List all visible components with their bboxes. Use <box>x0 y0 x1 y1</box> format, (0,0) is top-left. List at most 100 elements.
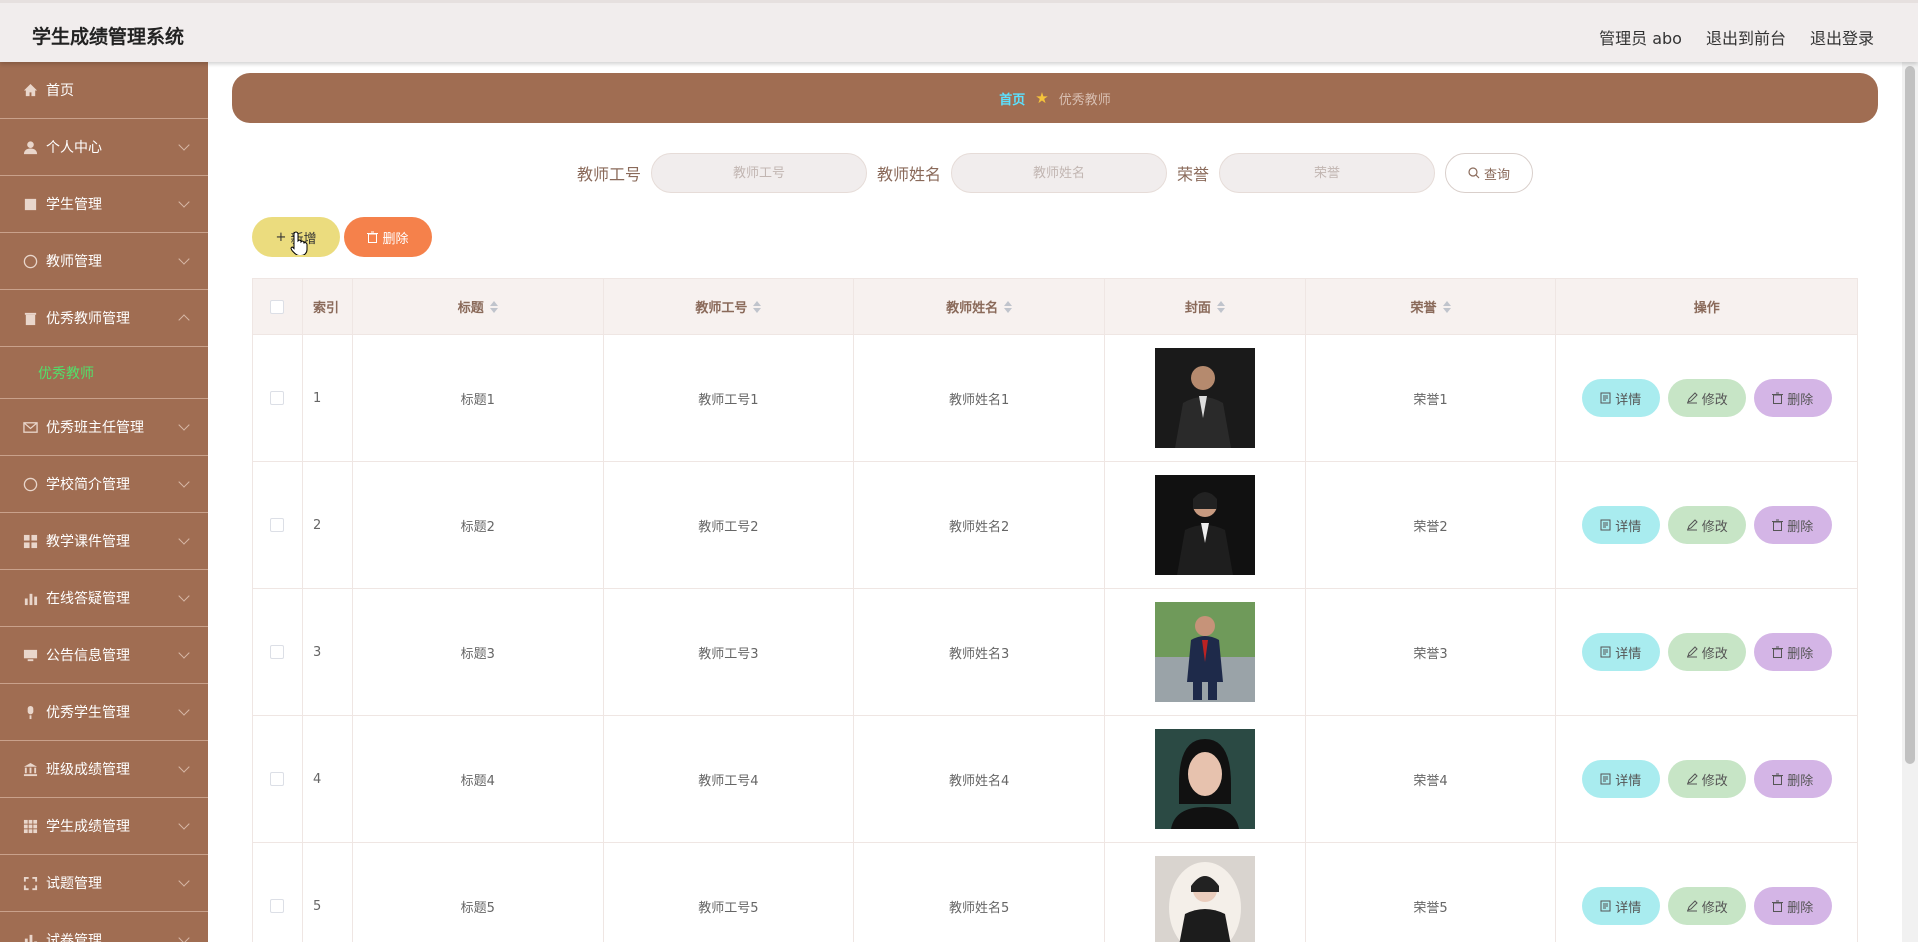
query-button[interactable]: 查询 <box>1445 153 1534 193</box>
cell-teacher-name: 教师姓名4 <box>854 716 1105 842</box>
cell-title: 标题4 <box>353 716 604 842</box>
table-row: 3 标题3 教师工号3 教师姓名3 荣誉3 详情 修改 删除 <box>253 589 1857 716</box>
sidebar-item-excellent-teachers[interactable]: 优秀教师管理 <box>0 290 208 347</box>
grid-icon <box>22 533 38 549</box>
delete-button-label: 删除 <box>1787 392 1814 408</box>
header-title-label: 标题 <box>457 301 484 316</box>
cell-title: 标题5 <box>353 843 604 942</box>
edit-button[interactable]: 修改 <box>1667 506 1746 544</box>
delete-button-label: 删除 <box>382 231 409 247</box>
cell-index: 5 <box>303 843 353 942</box>
back-to-front-link[interactable]: 退出到前台 <box>1706 25 1786 49</box>
edit-button[interactable]: 修改 <box>1667 379 1746 417</box>
select-all-checkbox[interactable] <box>270 299 285 314</box>
vertical-scrollbar[interactable] <box>1902 62 1918 942</box>
sidebar-item-courseware[interactable]: 教学课件管理 <box>0 513 208 570</box>
sidebar-item-questions[interactable]: 试题管理 <box>0 855 208 912</box>
sidebar-item-label: 个人中心 <box>46 140 102 156</box>
cell-operations: 详情 修改 删除 <box>1556 335 1857 461</box>
row-checkbox[interactable] <box>270 645 285 659</box>
header-honor[interactable]: 荣誉 <box>1306 279 1557 334</box>
breadcrumb-home[interactable]: 首页 <box>999 89 1025 108</box>
table-icon <box>22 818 38 834</box>
cover-image <box>1154 856 1255 942</box>
chevron-down-icon <box>178 419 190 431</box>
scrollbar-thumb[interactable] <box>1905 66 1915 764</box>
sidebar-item-head-teachers[interactable]: 优秀班主任管理 <box>0 399 208 456</box>
cell-teacher-id: 教师工号2 <box>604 462 855 588</box>
row-checkbox-cell <box>253 462 303 588</box>
sidebar-item-papers[interactable]: 试卷管理 <box>0 912 208 942</box>
cell-operations: 详情 修改 删除 <box>1556 462 1857 588</box>
cover-image <box>1154 729 1255 829</box>
chevron-down-icon <box>178 647 190 659</box>
sort-icon[interactable] <box>1004 300 1013 313</box>
sidebar-item-excellent-students[interactable]: 优秀学生管理 <box>0 684 208 741</box>
sidebar-item-school-intro[interactable]: 学校简介管理 <box>0 456 208 513</box>
trash-icon <box>1772 646 1784 658</box>
teacher-id-label: 教师工号 <box>576 165 641 184</box>
batch-delete-button[interactable]: 删除 <box>344 217 432 257</box>
teacher-name-input[interactable] <box>951 153 1167 193</box>
delete-button[interactable]: 删除 <box>1753 633 1832 671</box>
row-checkbox[interactable] <box>270 899 285 913</box>
sidebar-item-class-scores[interactable]: 班级成绩管理 <box>0 741 208 798</box>
sort-icon[interactable] <box>1216 300 1225 313</box>
sidebar-item-online-qa[interactable]: 在线答疑管理 <box>0 570 208 627</box>
teacher-id-input[interactable] <box>650 153 867 193</box>
header-teacher-name[interactable]: 教师姓名 <box>854 279 1105 334</box>
sidebar-item-label: 试题管理 <box>46 876 102 892</box>
chevron-down-icon <box>178 476 190 488</box>
table-row: 2 标题2 教师工号2 教师姓名2 荣誉2 详情 修改 删除 <box>253 462 1857 589</box>
sidebar-item-profile[interactable]: 个人中心 <box>0 119 208 176</box>
row-checkbox[interactable] <box>270 772 285 786</box>
row-checkbox[interactable] <box>270 391 285 405</box>
detail-button[interactable]: 详情 <box>1581 506 1660 544</box>
sidebar-item-label: 公告信息管理 <box>46 648 130 664</box>
sidebar-item-student-scores[interactable]: 学生成绩管理 <box>0 798 208 855</box>
breadcrumb-current: 优秀教师 <box>1058 92 1111 108</box>
edit-button-label: 修改 <box>1701 519 1728 535</box>
sidebar-item-label: 学生成绩管理 <box>46 819 130 835</box>
teacher-name-label: 教师姓名 <box>876 165 941 184</box>
delete-button[interactable]: 删除 <box>1753 887 1832 925</box>
delete-button[interactable]: 删除 <box>1753 760 1832 798</box>
sort-icon[interactable] <box>489 300 498 313</box>
delete-button[interactable]: 删除 <box>1753 506 1832 544</box>
trash-icon <box>367 231 379 243</box>
cell-teacher-id: 教师工号4 <box>604 716 855 842</box>
header-teacher-name-label: 教师姓名 <box>946 301 999 316</box>
detail-button[interactable]: 详情 <box>1581 760 1660 798</box>
header-cover[interactable]: 封面 <box>1105 279 1306 334</box>
cell-teacher-name: 教师姓名5 <box>854 843 1105 942</box>
edit-button[interactable]: 修改 <box>1667 887 1746 925</box>
cell-cover <box>1105 589 1306 715</box>
header-title[interactable]: 标题 <box>353 279 604 334</box>
detail-button[interactable]: 详情 <box>1581 379 1660 417</box>
header-operation: 操作 <box>1693 301 1720 316</box>
detail-button-label: 详情 <box>1615 773 1642 789</box>
cell-teacher-id: 教师工号1 <box>604 335 855 461</box>
logout-link[interactable]: 退出登录 <box>1810 25 1874 49</box>
edit-button[interactable]: 修改 <box>1667 760 1746 798</box>
detail-button-label: 详情 <box>1615 519 1642 535</box>
header-teacher-id[interactable]: 教师工号 <box>604 279 855 334</box>
sidebar-subitem-excellent-teacher[interactable]: 优秀教师 <box>0 347 208 399</box>
sidebar-item-students[interactable]: 学生管理 <box>0 176 208 233</box>
edit-button[interactable]: 修改 <box>1667 633 1746 671</box>
sort-icon[interactable] <box>1442 300 1451 313</box>
row-checkbox[interactable] <box>270 518 285 532</box>
sort-icon[interactable] <box>753 300 762 313</box>
detail-button[interactable]: 详情 <box>1581 887 1660 925</box>
sidebar-item-teachers[interactable]: 教师管理 <box>0 233 208 290</box>
cell-index: 3 <box>303 589 353 715</box>
monitor-icon <box>22 647 38 663</box>
header-checkbox-cell <box>253 279 303 334</box>
sidebar-item-notices[interactable]: 公告信息管理 <box>0 627 208 684</box>
honor-label: 荣誉 <box>1177 165 1210 184</box>
sidebar-item-home[interactable]: 首页 <box>0 62 208 119</box>
bank-icon <box>22 761 38 777</box>
detail-button[interactable]: 详情 <box>1581 633 1660 671</box>
honor-input[interactable] <box>1219 153 1436 193</box>
delete-button[interactable]: 删除 <box>1753 379 1832 417</box>
